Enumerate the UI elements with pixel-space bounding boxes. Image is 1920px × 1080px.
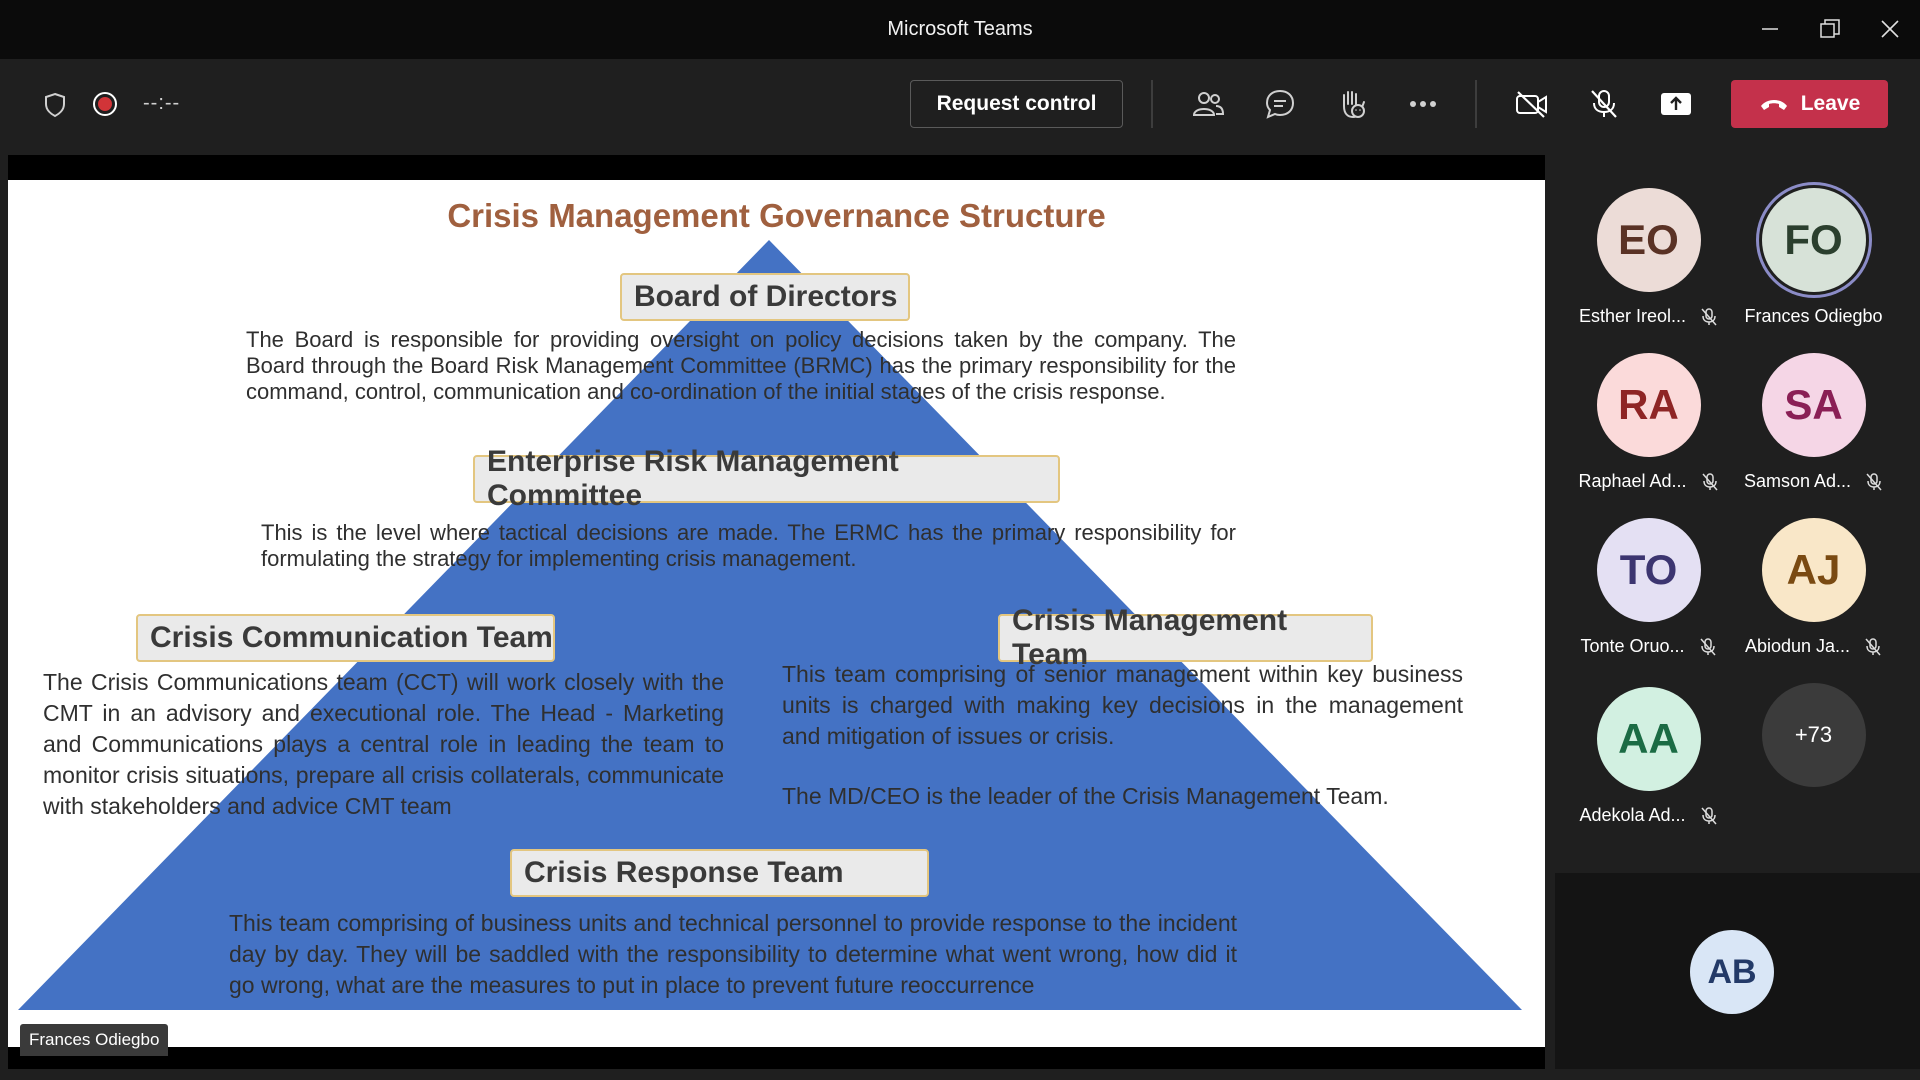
ermc-heading: Enterprise Risk Management Committee	[473, 445, 1060, 512]
avatar: AJ	[1761, 518, 1866, 622]
cmt-description: This team comprising of senior managemen…	[782, 661, 1463, 749]
avatar: AA	[1596, 687, 1701, 791]
restore-icon	[1820, 19, 1840, 38]
participant-name: Samson Ad...	[1743, 471, 1852, 491]
restore-button[interactable]	[1800, 8, 1860, 50]
call-timer: --:--	[143, 92, 181, 114]
window-title: Microsoft Teams	[887, 18, 1033, 40]
shield-icon[interactable]	[40, 90, 70, 120]
mic-muted-icon	[1864, 637, 1882, 656]
mic-muted-icon	[1700, 307, 1718, 326]
more-icon[interactable]	[1403, 86, 1443, 122]
minimize-icon	[1762, 28, 1778, 30]
crt-heading: Crisis Response Team	[510, 849, 929, 897]
crt-description: This team comprising of business units a…	[229, 910, 1237, 998]
leave-label: Leave	[1800, 92, 1861, 115]
self-avatar: AB	[1690, 930, 1774, 1014]
toolbar-divider	[1151, 80, 1153, 128]
board-description: The Board is responsible for providing o…	[246, 327, 1236, 404]
cct-description: The Crisis Communications team (CCT) wil…	[43, 669, 724, 819]
participant-name: Raphael Ad...	[1578, 471, 1687, 491]
participant-name: Esther Ireol...	[1578, 306, 1687, 326]
share-icon[interactable]	[1656, 86, 1696, 122]
avatar: SA	[1761, 353, 1866, 457]
avatar: EO	[1596, 188, 1701, 292]
participant-tile[interactable]: AA Adekola Ad...	[1566, 687, 1731, 826]
cct-heading: Crisis Communication Team	[136, 614, 555, 662]
camera-off-icon[interactable]	[1512, 86, 1552, 122]
overflow-participants-button[interactable]: +73	[1731, 683, 1896, 787]
participant-name: Frances Odiegbo	[1744, 306, 1883, 326]
mic-muted-icon	[1865, 472, 1883, 491]
ermc-description: This is the level where tactical decisio…	[261, 520, 1236, 571]
mic-off-icon[interactable]	[1584, 86, 1624, 122]
cmt-leader-note: The MD/CEO is the leader of the Crisis M…	[782, 783, 1389, 809]
presentation-slide: Crisis Management Governance Structure B…	[8, 180, 1545, 1047]
close-button[interactable]	[1860, 8, 1920, 50]
close-icon	[1881, 20, 1899, 38]
participant-tile[interactable]: SA Samson Ad...	[1731, 353, 1896, 492]
chat-icon[interactable]	[1260, 86, 1300, 122]
request-control-button[interactable]: Request control	[910, 80, 1123, 128]
avatar: FO	[1761, 188, 1866, 292]
participant-name: Abiodun Ja...	[1744, 636, 1851, 656]
participant-tile[interactable]: EO Esther Ireol...	[1566, 188, 1731, 327]
leave-button[interactable]: Leave	[1731, 80, 1888, 128]
record-icon[interactable]	[90, 89, 120, 119]
participant-name: Tonte Oruo...	[1580, 636, 1685, 656]
people-icon[interactable]	[1188, 86, 1228, 122]
slide-title: Crisis Management Governance Structure	[447, 197, 1106, 234]
overflow-count: +73	[1761, 683, 1866, 787]
participant-name: Adekola Ad...	[1579, 805, 1686, 825]
participant-tile[interactable]: TO Tonte Oruo...	[1566, 518, 1731, 657]
mic-muted-icon	[1701, 472, 1719, 491]
minimize-button[interactable]	[1740, 8, 1800, 50]
avatar: TO	[1596, 518, 1701, 622]
participant-tile[interactable]: AJ Abiodun Ja...	[1731, 518, 1896, 657]
participant-tile[interactable]: RA Raphael Ad...	[1566, 353, 1731, 492]
phone-hangup-icon	[1760, 100, 1787, 110]
raise-hand-icon[interactable]	[1332, 86, 1372, 122]
presenter-name-label: Frances Odiegbo	[20, 1024, 169, 1056]
participant-tile[interactable]: FO Frances Odiegbo	[1731, 188, 1896, 327]
board-heading: Board of Directors	[620, 273, 910, 321]
mic-muted-icon	[1699, 637, 1717, 656]
avatar: RA	[1596, 353, 1701, 457]
mic-muted-icon	[1700, 806, 1718, 825]
toolbar-divider	[1475, 80, 1477, 128]
title-bar: Microsoft Teams	[0, 0, 1920, 59]
cmt-heading: Crisis Management Team	[998, 604, 1373, 671]
